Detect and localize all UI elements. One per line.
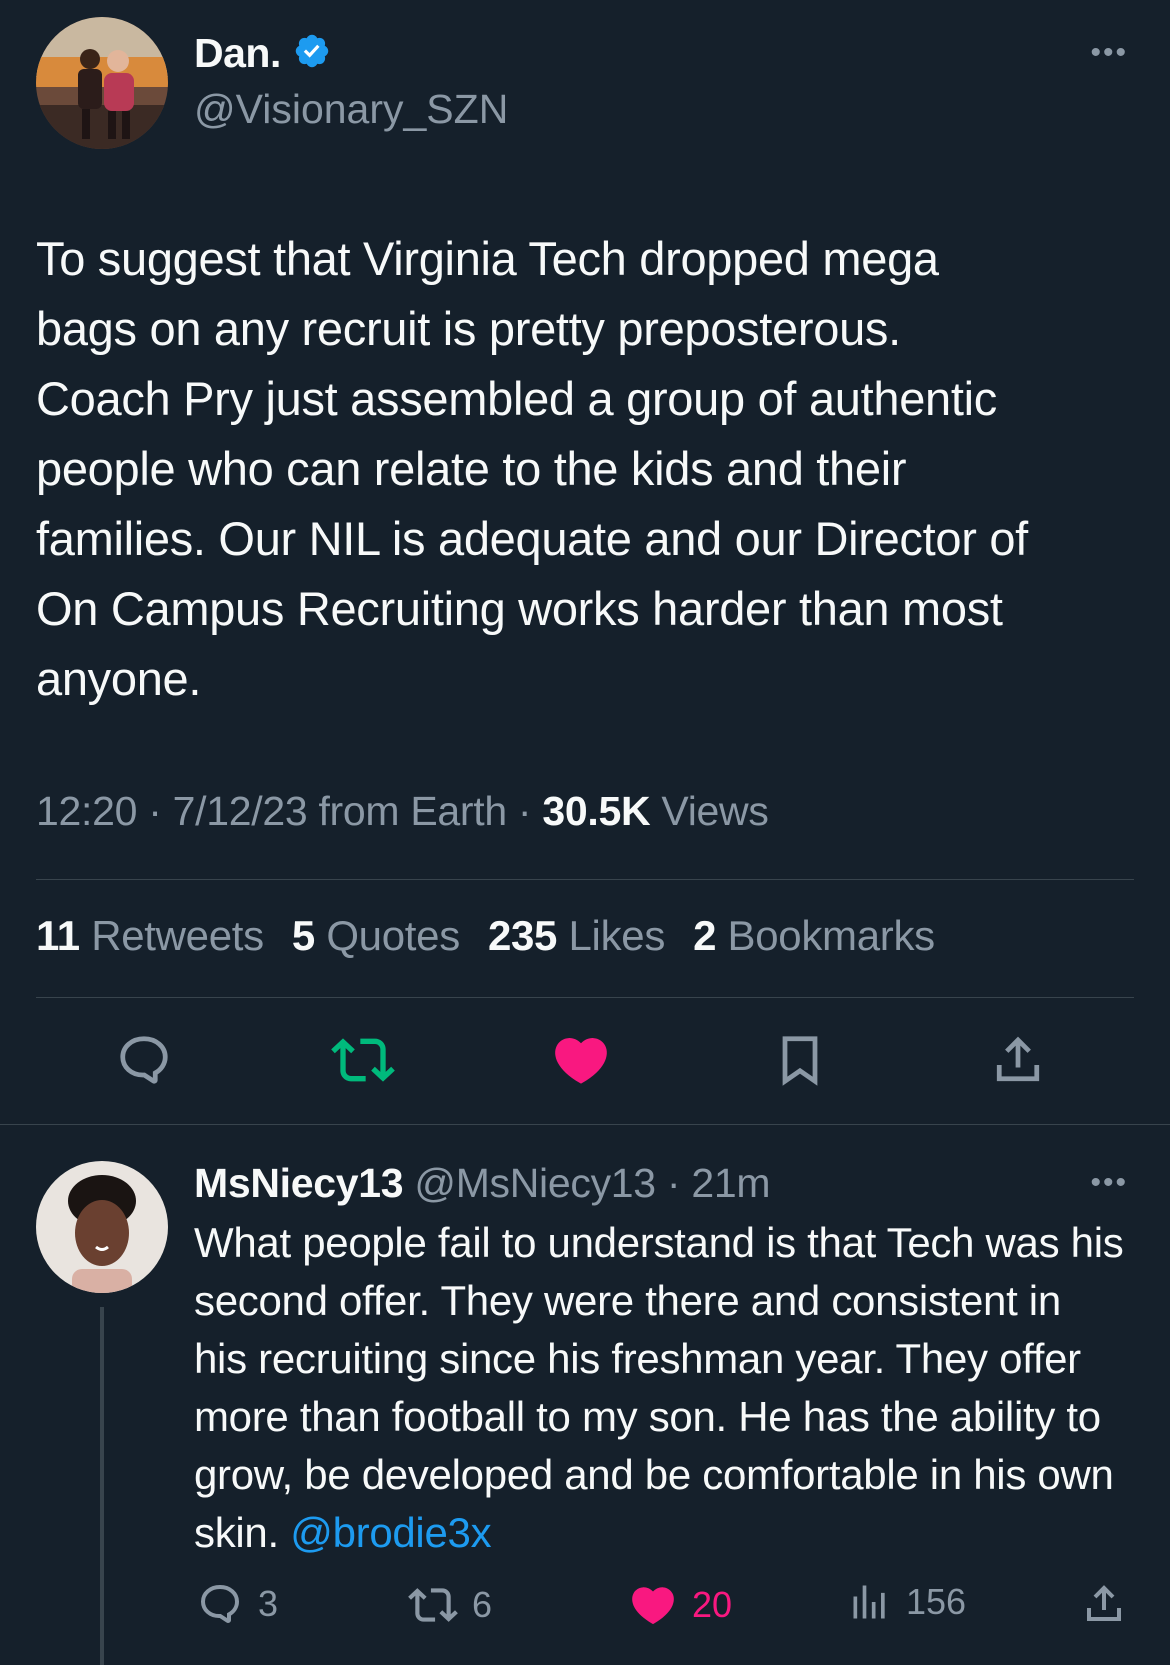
likes-label: Likes <box>568 912 666 959</box>
tweet-action-bar <box>0 1028 1170 1098</box>
author-handle[interactable]: @Visionary_SZN <box>194 86 508 133</box>
reply-share-button[interactable] <box>1080 1580 1128 1628</box>
reply-retweet-button[interactable]: 6 <box>408 1580 492 1630</box>
like-count: 20 <box>692 1584 733 1625</box>
share-icon <box>1087 1585 1121 1621</box>
tweet-stats: 11 Retweets 5 Quotes 235 Likes 2 Bookmar… <box>36 912 935 960</box>
retweet-icon <box>408 1588 458 1622</box>
reply-reply-button[interactable]: 3 <box>196 1580 278 1628</box>
likes-stat[interactable]: 235 Likes <box>488 912 665 960</box>
views-icon <box>853 1585 885 1619</box>
reply-icon <box>200 1584 240 1623</box>
divider <box>0 1124 1170 1125</box>
retweet-count: 6 <box>472 1584 493 1625</box>
retweets-count: 11 <box>36 912 80 959</box>
views-count: 156 <box>906 1581 967 1622</box>
retweets-stat[interactable]: 11 Retweets <box>36 912 264 960</box>
bookmarks-label: Bookmarks <box>727 912 936 959</box>
bookmark-icon[interactable] <box>768 1028 832 1092</box>
reply-author-name[interactable]: MsNiecy13 <box>194 1160 404 1206</box>
reply-text: What people fail to understand is that T… <box>194 1214 1124 1562</box>
views-label: Views <box>650 788 769 834</box>
likes-count: 235 <box>487 912 558 959</box>
reply-body: What people fail to understand is that T… <box>194 1219 1124 1556</box>
divider <box>36 879 1134 880</box>
reply-author-handle[interactable]: @MsNiecy13 <box>403 1160 656 1206</box>
reply-action-bar: 3 6 20 156 <box>0 1580 1170 1640</box>
more-icon[interactable]: ••• <box>1090 1168 1128 1198</box>
share-icon[interactable] <box>986 1028 1050 1092</box>
retweets-label: Retweets <box>91 912 264 959</box>
retweet-icon[interactable] <box>331 1028 395 1092</box>
bookmarks-stat[interactable]: 2 Bookmarks <box>693 912 935 960</box>
reply-count: 3 <box>258 1583 279 1624</box>
quotes-stat[interactable]: 5 Quotes <box>292 912 460 960</box>
reply-like-button[interactable]: 20 <box>628 1580 732 1630</box>
author-name[interactable]: Dan. <box>194 30 281 77</box>
meta-separator: · <box>506 788 543 834</box>
reply-author-avatar[interactable] <box>36 1161 168 1293</box>
tweet-meta: 12:20 · 7/12/23 from Earth · 30.5K Views <box>36 788 769 835</box>
reply-separator: · <box>655 1160 692 1206</box>
author-avatar[interactable] <box>36 17 168 149</box>
reply-time[interactable]: 21m <box>691 1160 770 1206</box>
mention-link[interactable]: @brodie3x <box>290 1509 491 1556</box>
tweet-time[interactable]: 12:20 <box>36 788 137 834</box>
like-icon[interactable] <box>549 1028 613 1092</box>
reply-views-button[interactable]: 156 <box>848 1580 966 1624</box>
bookmarks-count: 2 <box>693 912 717 959</box>
reply-icon[interactable] <box>112 1028 176 1092</box>
views-count: 30.5K <box>542 788 651 834</box>
verified-badge-icon <box>293 32 331 75</box>
quotes-count: 5 <box>291 912 315 959</box>
divider <box>36 997 1134 998</box>
reply-header: MsNiecy13 @MsNiecy13 · 21m <box>194 1160 770 1207</box>
tweet-date-source[interactable]: 7/12/23 from Earth <box>173 788 507 834</box>
like-icon <box>632 1587 674 1625</box>
tweet-text: To suggest that Virginia Tech dropped me… <box>36 232 1028 705</box>
more-icon[interactable]: ••• <box>1090 38 1128 68</box>
quotes-label: Quotes <box>326 912 460 959</box>
meta-separator: · <box>137 788 173 834</box>
